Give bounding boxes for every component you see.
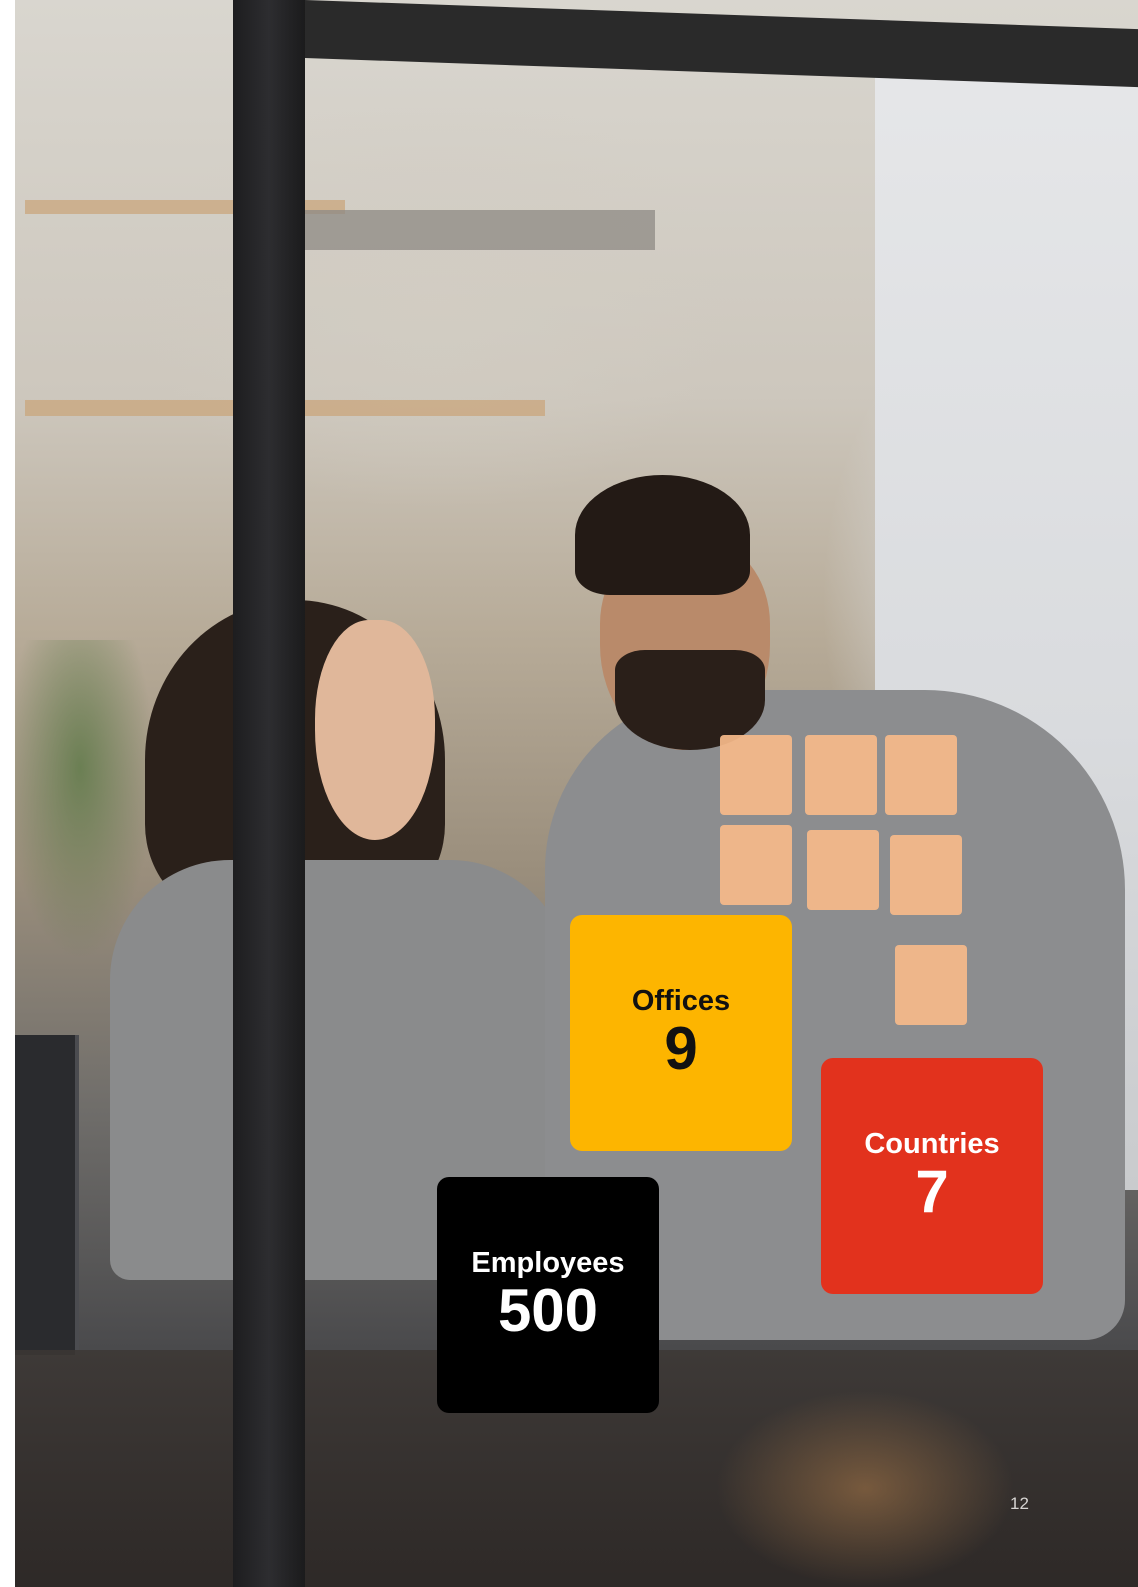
stat-label-offices: Offices — [631, 984, 731, 1017]
glass-frame-vertical — [233, 0, 305, 1587]
sticky-note — [720, 825, 792, 905]
stat-card-offices: Offices 9 — [570, 915, 792, 1151]
stat-label-countries: Countries — [864, 1127, 1000, 1160]
stat-card-countries: Countries 7 — [821, 1058, 1043, 1294]
man-hair — [575, 475, 750, 595]
monitor — [15, 1035, 79, 1355]
woman-face — [315, 620, 435, 840]
stat-value-offices: 9 — [664, 1015, 698, 1083]
floor-glow — [715, 1390, 1015, 1587]
page-number: 12 — [1010, 1494, 1029, 1513]
sticky-note — [807, 830, 879, 910]
sticky-note — [885, 735, 957, 815]
stat-value-countries: 7 — [915, 1158, 949, 1226]
sticky-note — [895, 945, 967, 1025]
background-lamp — [295, 210, 655, 250]
sticky-note — [720, 735, 792, 815]
document-page: Offices 9 Countries 7 Employees 500 12 — [0, 0, 1138, 1587]
stat-value-employees: 500 — [497, 1277, 599, 1345]
sticky-note — [805, 735, 877, 815]
stat-label-employees: Employees — [471, 1246, 625, 1279]
stat-card-employees: Employees 500 — [437, 1177, 659, 1413]
glass-frame-top — [305, 0, 1138, 88]
sticky-note — [890, 835, 962, 915]
